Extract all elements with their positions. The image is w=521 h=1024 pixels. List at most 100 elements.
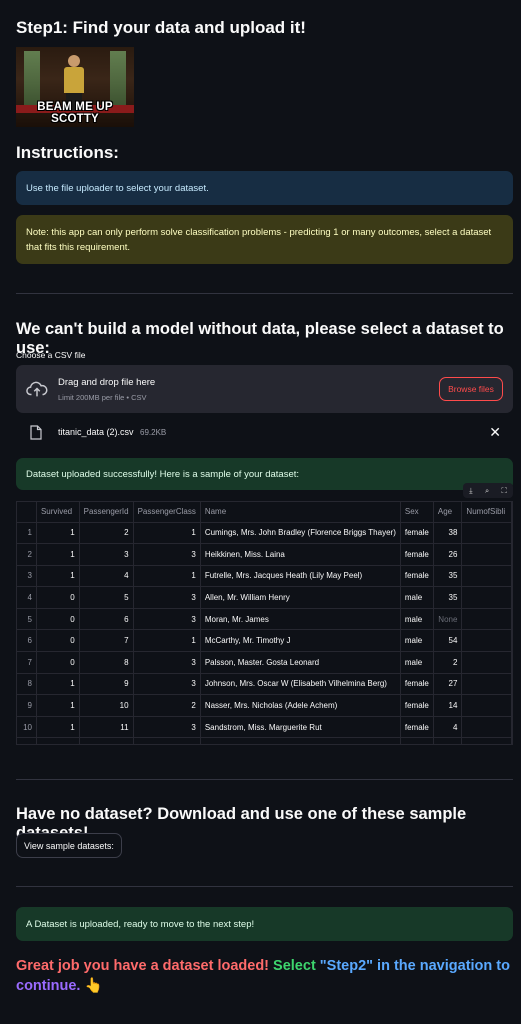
table-cell[interactable] (461, 651, 512, 674)
table-cell[interactable]: 4 (79, 565, 134, 588)
table-cell[interactable]: 3 (133, 586, 201, 609)
table-cell[interactable]: Moran, Mr. James (200, 608, 401, 631)
table-cell[interactable]: 3 (133, 543, 201, 566)
search-icon[interactable]: ⌕ (485, 486, 489, 496)
table-cell[interactable]: 1 (36, 522, 80, 545)
table-cell[interactable]: None (433, 608, 463, 631)
table-cell[interactable]: 58 (433, 737, 463, 744)
table-cell[interactable]: 10 (79, 694, 134, 717)
row-index[interactable]: 8 (17, 673, 37, 696)
table-cell[interactable]: 14 (433, 694, 463, 717)
table-cell[interactable] (461, 586, 512, 609)
row-index[interactable]: 2 (17, 543, 37, 566)
row-index[interactable]: 5 (17, 608, 37, 631)
row-index[interactable]: 11 (17, 737, 37, 744)
file-dropzone[interactable]: Drag and drop file here Limit 200MB per … (16, 365, 513, 413)
table-cell[interactable]: 7 (79, 629, 134, 653)
table-cell[interactable]: 3 (79, 543, 134, 566)
table-cell[interactable]: female (400, 694, 434, 717)
table-cell[interactable] (461, 737, 512, 744)
table-cell[interactable]: Allen, Mr. William Henry (200, 586, 401, 609)
table-cell[interactable] (461, 608, 512, 631)
download-icon[interactable]: ⤓ (469, 486, 472, 496)
table-cell[interactable]: McCarthy, Mr. Timothy J (200, 629, 401, 653)
table-cell[interactable] (461, 565, 512, 588)
table-cell[interactable]: male (400, 629, 434, 653)
table-cell[interactable] (461, 673, 512, 696)
column-header[interactable]: NumofSibli (461, 502, 512, 523)
row-index[interactable]: 6 (17, 629, 37, 653)
column-header[interactable]: Sex (400, 502, 434, 523)
table-cell[interactable]: 11 (79, 716, 134, 739)
table-cell[interactable]: Sandstrom, Miss. Marguerite Rut (200, 716, 401, 739)
column-header[interactable]: Age (433, 502, 463, 523)
table-cell[interactable]: 0 (36, 651, 80, 674)
row-index[interactable]: 3 (17, 565, 37, 588)
row-index[interactable]: 1 (17, 522, 37, 545)
row-index[interactable]: 7 (17, 651, 37, 674)
table-cell[interactable]: 3 (133, 651, 201, 674)
table-cell[interactable]: male (400, 651, 434, 674)
table-cell[interactable]: 2 (79, 522, 134, 545)
row-index[interactable]: 4 (17, 586, 37, 609)
row-index[interactable]: 10 (17, 716, 37, 739)
table-cell[interactable]: Cumings, Mrs. John Bradley (Florence Bri… (200, 522, 401, 545)
table-cell[interactable]: 8 (79, 651, 134, 674)
table-cell[interactable]: Bonnell, Miss. Elizabeth (200, 737, 401, 744)
table-cell[interactable]: 4 (433, 716, 463, 739)
column-header[interactable]: Survived (36, 502, 80, 523)
view-sample-datasets-button[interactable]: View sample datasets: (16, 833, 122, 858)
table-cell[interactable]: 2 (133, 694, 201, 717)
index-column-header[interactable] (17, 502, 37, 523)
table-cell[interactable]: 1 (133, 522, 201, 545)
table-cell[interactable]: female (400, 522, 434, 545)
row-index[interactable]: 9 (17, 694, 37, 717)
table-cell[interactable]: 1 (36, 716, 80, 739)
table-cell[interactable]: 38 (433, 522, 463, 545)
table-cell[interactable]: 35 (433, 586, 463, 609)
table-cell[interactable] (461, 716, 512, 739)
table-cell[interactable] (461, 543, 512, 566)
table-cell[interactable]: female (400, 716, 434, 739)
table-cell[interactable]: 1 (36, 694, 80, 717)
table-cell[interactable]: 12 (79, 737, 134, 744)
table-cell[interactable]: 27 (433, 673, 463, 696)
table-cell[interactable]: Johnson, Mrs. Oscar W (Elisabeth Vilhelm… (200, 673, 401, 696)
table-cell[interactable]: 2 (433, 651, 463, 674)
table-cell[interactable]: 35 (433, 565, 463, 588)
table-cell[interactable]: 26 (433, 543, 463, 566)
table-cell[interactable]: 1 (133, 737, 201, 744)
table-cell[interactable]: Futrelle, Mrs. Jacques Heath (Lily May P… (200, 565, 401, 588)
table-cell[interactable]: male (400, 608, 434, 631)
fullscreen-icon[interactable]: ⛶ (502, 486, 507, 496)
table-cell[interactable]: 3 (133, 608, 201, 631)
table-cell[interactable]: Heikkinen, Miss. Laina (200, 543, 401, 566)
table-cell[interactable]: female (400, 565, 434, 588)
table-cell[interactable]: female (400, 673, 434, 696)
table-cell[interactable]: Nasser, Mrs. Nicholas (Adele Achem) (200, 694, 401, 717)
table-cell[interactable]: 5 (79, 586, 134, 609)
table-cell[interactable]: 3 (133, 673, 201, 696)
table-cell[interactable]: 1 (36, 737, 80, 744)
table-cell[interactable]: 1 (133, 629, 201, 653)
table-cell[interactable]: 0 (36, 608, 80, 631)
table-cell[interactable]: Palsson, Master. Gosta Leonard (200, 651, 401, 674)
table-cell[interactable]: 54 (433, 629, 463, 653)
table-cell[interactable] (461, 522, 512, 545)
column-header[interactable]: PassengerId (79, 502, 134, 523)
remove-file-button[interactable]: ✕ (489, 424, 501, 441)
table-cell[interactable] (461, 694, 512, 717)
table-cell[interactable]: 0 (36, 586, 80, 609)
column-header[interactable]: PassengerClass (133, 502, 201, 523)
table-cell[interactable]: 0 (36, 629, 80, 653)
browse-files-button[interactable]: Browse files (439, 377, 503, 401)
table-cell[interactable]: male (400, 586, 434, 609)
table-cell[interactable]: 1 (133, 565, 201, 588)
table-cell[interactable]: female (400, 543, 434, 566)
table-cell[interactable]: 1 (36, 673, 80, 696)
table-cell[interactable]: 1 (36, 543, 80, 566)
table-cell[interactable]: 3 (133, 716, 201, 739)
table-cell[interactable]: female (400, 737, 434, 744)
table-cell[interactable] (461, 629, 512, 653)
column-header[interactable]: Name (200, 502, 401, 523)
